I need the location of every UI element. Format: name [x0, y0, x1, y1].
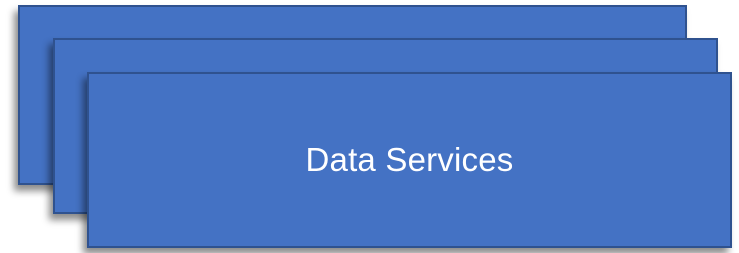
front-card: Data Services [87, 72, 732, 248]
card-label: Data Services [305, 141, 514, 178]
